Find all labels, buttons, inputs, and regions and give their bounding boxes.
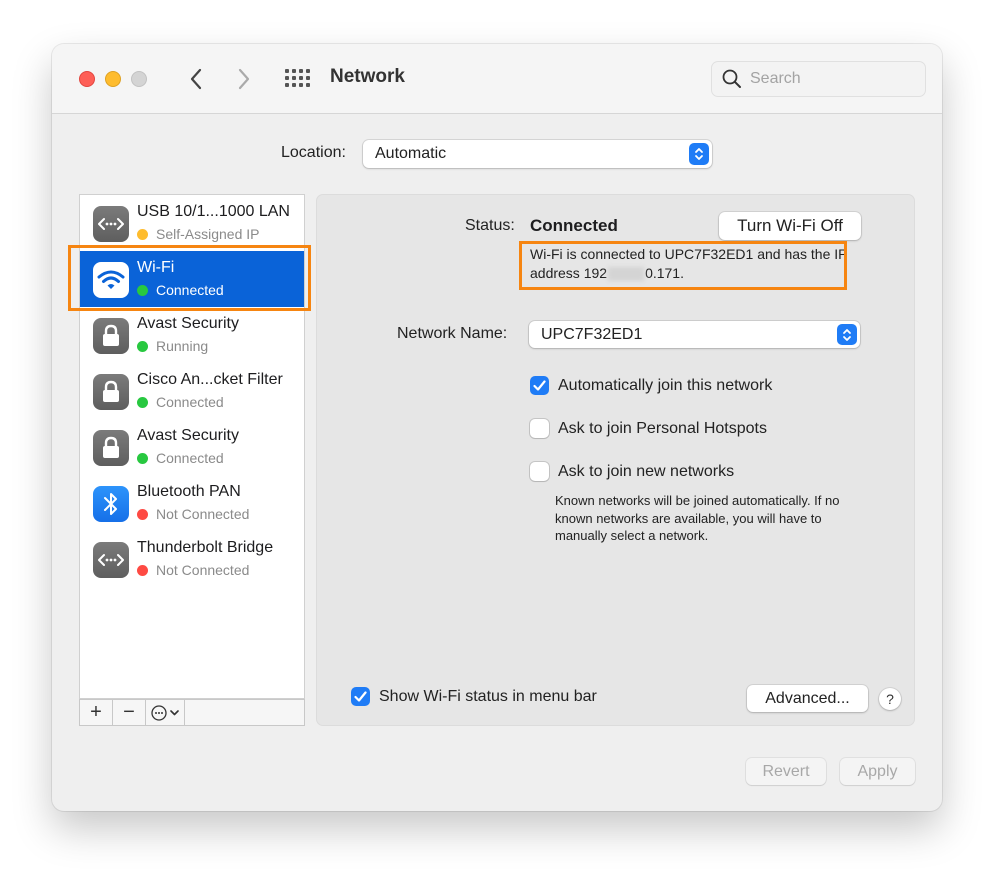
service-item-thunderbolt-bridge[interactable]: Thunderbolt Bridge Not Connected [80,531,304,587]
remove-service-button[interactable]: − [113,700,146,725]
service-item-avast-security-2[interactable]: Avast Security Connected [80,419,304,475]
network-preferences-window: Network Location: Automatic USB 10/1...1… [52,44,942,811]
checkmark-icon [354,691,367,702]
auto-join-checkbox[interactable] [530,376,549,395]
service-name: Avast Security [137,315,239,332]
status-dot-green [137,284,148,296]
service-status: Not Connected [137,562,249,578]
chevron-left-icon [190,68,202,90]
grid-icon [285,69,289,73]
status-value: Connected [530,216,618,235]
ask-new-networks-checkbox-row[interactable]: Ask to join new networks [530,462,734,481]
ask-new-networks-checkbox[interactable] [530,462,549,481]
popup-stepper-icon [689,143,709,165]
turn-wifi-off-button[interactable]: Turn Wi-Fi Off [719,212,861,240]
search-input[interactable] [750,70,920,88]
service-status: Running [137,338,208,354]
title-bar: Network [52,44,942,114]
service-item-usb-lan[interactable]: USB 10/1...1000 LAN Self-Assigned IP [80,195,304,251]
ask-hotspots-checkbox[interactable] [530,419,549,438]
service-name: Thunderbolt Bridge [137,539,274,556]
location-label: Location: [281,144,346,161]
advanced-button[interactable]: Advanced... [747,685,868,712]
forward-button[interactable] [232,64,256,94]
service-status: Connected [137,394,224,410]
window-title: Network [330,66,405,87]
service-status: Connected [137,282,224,298]
ask-new-networks-label: Ask to join new networks [558,462,735,480]
network-name-label: Network Name: [397,325,508,342]
status-description: Wi-Fi is connected to UPC7F32ED1 and has… [530,246,848,282]
bluetooth-icon [93,486,129,522]
network-name-value: UPC7F32ED1 [541,325,643,343]
chevron-right-icon [238,68,250,90]
status-dot-green [137,340,148,352]
service-name: USB 10/1...1000 LAN [137,203,290,220]
service-item-bluetooth-pan[interactable]: Bluetooth PAN Not Connected [80,475,304,531]
location-select[interactable]: Automatic [363,140,712,168]
checkmark-icon [533,380,546,391]
location-value: Automatic [375,145,447,162]
lock-icon [93,374,129,410]
service-name: Avast Security [137,427,239,444]
services-toolbar: + − [79,699,305,726]
ellipsis-circle-icon [151,704,167,721]
service-status: Self-Assigned IP [137,226,260,242]
add-service-button[interactable]: + [80,700,113,725]
ethernet-icon [93,206,129,242]
ask-hotspots-checkbox-row[interactable]: Ask to join Personal Hotspots [530,419,767,438]
show-menubar-checkbox-row[interactable]: Show Wi-Fi status in menu bar [351,687,597,706]
auto-join-label: Automatically join this network [558,376,773,394]
status-dot-green [137,396,148,408]
status-dot-green [137,452,148,464]
minimize-button[interactable] [105,71,121,87]
show-menubar-label: Show Wi-Fi status in menu bar [379,687,597,705]
service-name: Wi-Fi [137,259,175,276]
lock-icon [93,318,129,354]
close-button[interactable] [79,71,95,87]
service-item-wifi[interactable]: Wi-Fi Connected [80,251,304,307]
show-all-button[interactable] [285,69,311,89]
service-name: Bluetooth PAN [137,483,241,500]
apply-button[interactable]: Apply [840,758,915,785]
service-status: Connected [137,450,224,466]
revert-button[interactable]: Revert [746,758,826,785]
services-list[interactable]: USB 10/1...1000 LAN Self-Assigned IP Wi-… [79,194,305,699]
search-field[interactable] [711,61,926,97]
auto-join-checkbox-row[interactable]: Automatically join this network [530,376,772,395]
status-dot-yellow [137,228,148,240]
service-status: Not Connected [137,506,249,522]
network-name-select[interactable]: UPC7F32ED1 [529,321,860,348]
status-label: Status: [465,217,515,234]
wifi-icon [93,262,129,298]
popup-stepper-icon [837,324,857,345]
service-item-avast-security[interactable]: Avast Security Running [80,307,304,363]
lock-icon [93,430,129,466]
back-button[interactable] [184,64,208,94]
ask-hotspots-label: Ask to join Personal Hotspots [558,419,767,437]
service-item-cisco-filter[interactable]: Cisco An...cket Filter Connected [80,363,304,419]
show-menubar-checkbox[interactable] [351,687,370,706]
ethernet-icon [93,542,129,578]
ask-new-networks-hint: Known networks will be joined automatica… [555,493,840,543]
redacted-ip-segment [608,267,645,282]
status-dot-red [137,564,148,576]
help-button[interactable]: ? [879,688,901,710]
search-icon [722,69,741,88]
chevron-down-icon [170,709,179,715]
zoom-button[interactable] [131,71,147,87]
service-name: Cisco An...cket Filter [137,371,283,388]
status-dot-red [137,508,148,520]
action-menu-button[interactable] [146,700,185,725]
